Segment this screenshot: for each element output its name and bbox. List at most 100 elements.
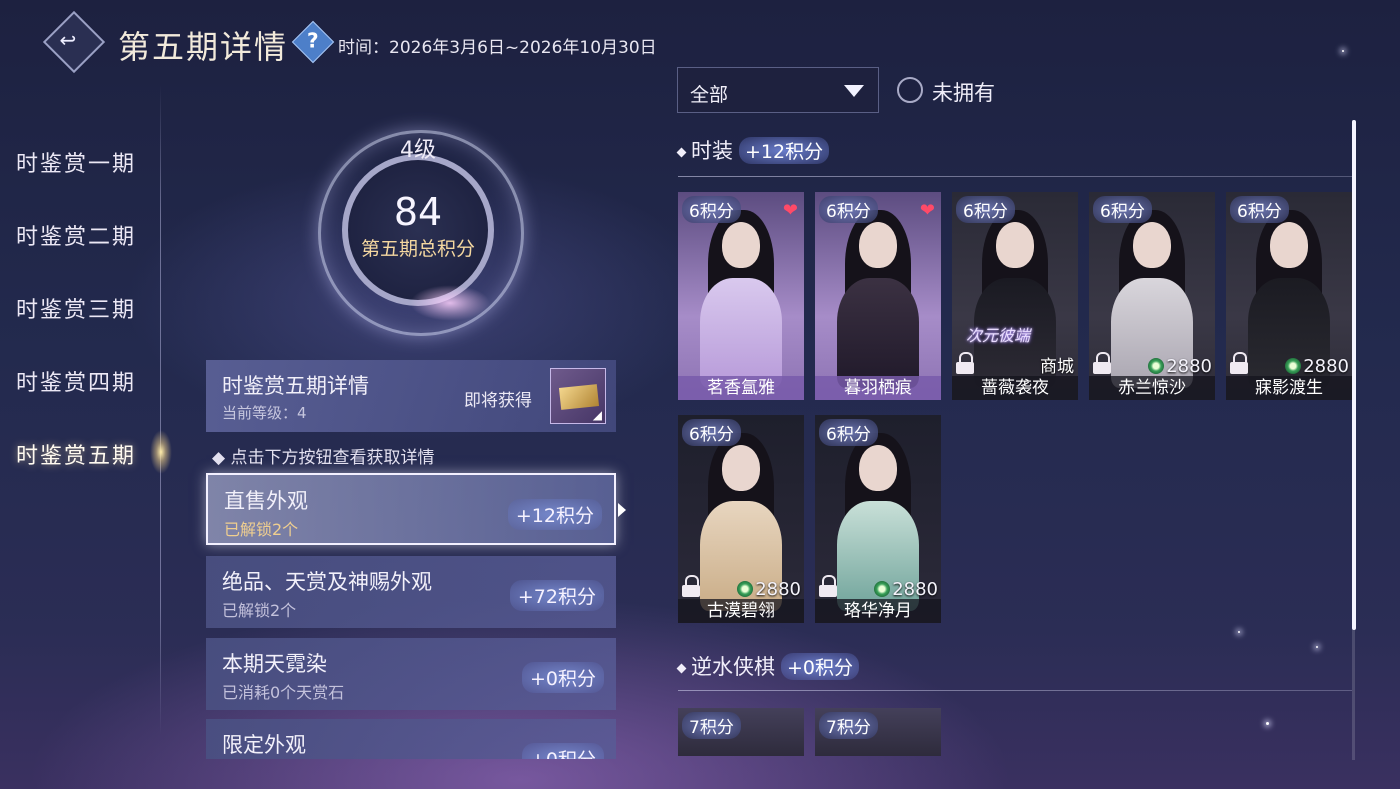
character-face — [722, 445, 760, 491]
sidebar-item-period-5[interactable]: 时鉴赏五期 — [16, 438, 136, 470]
question-icon[interactable]: ? — [291, 20, 335, 64]
points-badge: 6积分 — [819, 196, 878, 223]
points-badge: 6积分 — [1093, 196, 1152, 223]
category-sub: 已解锁2个 — [222, 601, 297, 620]
category-name: 绝品、天赏及神赐外观 — [222, 570, 432, 594]
sidebar-item-period-1[interactable]: 时鉴赏一期 — [16, 146, 136, 178]
points-badge: 6积分 — [682, 196, 741, 223]
lock-icon — [1093, 352, 1111, 374]
reward-mark-icon: ◢ — [592, 408, 602, 422]
outfit-card[interactable]: 6积分 2880 赤兰惊沙 — [1089, 192, 1215, 400]
lock-icon — [1230, 352, 1248, 374]
total-score-value: 84 — [393, 190, 443, 234]
sidebar-item-period-3[interactable]: 时鉴赏三期 — [16, 292, 136, 324]
back-button[interactable]: ↩ — [42, 10, 106, 74]
section-divider — [678, 690, 1352, 691]
price-value: 2880 — [755, 579, 801, 600]
level-ring: 4级 84 第五期总积分 — [310, 110, 530, 336]
gold-ticket-icon — [558, 384, 600, 410]
character-face — [1133, 222, 1171, 268]
heart-icon: ❤ — [782, 200, 798, 221]
current-level: 当前等级：4 — [222, 404, 307, 422]
ring-glow — [410, 285, 490, 321]
outfit-name: 赤兰惊沙 — [1089, 376, 1215, 400]
category-points: +72积分 — [509, 580, 604, 611]
points-badge: 6积分 — [682, 419, 741, 446]
lock-icon — [682, 575, 700, 597]
sidebar-item-period-4[interactable]: 时鉴赏四期 — [16, 365, 136, 397]
selected-arrow-icon — [618, 503, 626, 517]
outfit-name: 珞华净月 — [815, 599, 941, 623]
period-detail-card[interactable]: 时鉴赏五期详情 当前等级：4 即将获得 ◢ — [206, 360, 616, 432]
total-score-label: 第五期总积分 — [360, 238, 475, 260]
character-face — [996, 222, 1034, 268]
points-badge: 7积分 — [682, 712, 741, 739]
section-title: 逆水侠棋 — [691, 655, 775, 679]
category-name: 直售外观 — [224, 489, 308, 513]
scrollbar-thumb[interactable] — [1352, 120, 1356, 630]
lock-icon — [819, 575, 837, 597]
price-value: 2880 — [1166, 356, 1212, 377]
character-face — [1270, 222, 1308, 268]
hint-bullet-icon: ◆ — [212, 448, 231, 468]
category-sub: 已解锁2个 — [224, 520, 299, 539]
category-direct-sale[interactable]: 直售外观 已解锁2个 +12积分 — [206, 473, 626, 545]
price-label: 2880 — [1148, 356, 1212, 377]
character-face — [859, 222, 897, 268]
not-owned-label[interactable]: 未拥有 — [932, 77, 995, 107]
back-arrow-icon: ↩ — [59, 28, 77, 53]
upcoming-reward-item[interactable]: ◢ — [550, 368, 606, 424]
outfit-card[interactable]: 6积分 2880 珞华净月 — [815, 415, 941, 623]
category-name: 限定外观 — [222, 733, 306, 757]
section-header-fashion: 时装 +12积分 — [676, 135, 830, 165]
points-badge: 6积分 — [1230, 196, 1289, 223]
points-badge: 6积分 — [956, 196, 1015, 223]
category-dye[interactable]: 本期天霓染 已消耗0个天赏石 +0积分 — [206, 638, 616, 710]
section-header-chess: 逆水侠棋 +0积分 — [676, 651, 860, 681]
page-title: 第五期详情 — [118, 28, 289, 66]
price-value: 2880 — [892, 579, 938, 600]
category-points: +12积分 — [507, 499, 602, 530]
outfit-name: 茗香氲雅 — [678, 376, 804, 400]
outfit-card[interactable]: 6积分 ❤ 暮羽栖痕 — [815, 192, 941, 400]
price-label: 2880 — [737, 579, 801, 600]
category-premium[interactable]: 绝品、天赏及神赐外观 已解锁2个 +72积分 — [206, 556, 616, 628]
category-limited[interactable]: 限定外观 +0积分 — [206, 719, 616, 759]
hint-label: 点击下方按钮查看获取详情 — [230, 448, 435, 468]
price-label: 2880 — [1285, 356, 1349, 377]
jade-coin-icon — [1285, 358, 1302, 374]
outfit-card[interactable]: 6积分 2880 寐影渡生 — [1226, 192, 1352, 400]
outfit-card[interactable]: 6积分 ❤ 茗香氲雅 — [678, 192, 804, 400]
character-outfit — [837, 278, 919, 388]
price-value: 2880 — [1303, 356, 1349, 377]
character-outfit — [700, 278, 782, 388]
section-bullet-icon — [676, 663, 687, 673]
outfit-card[interactable]: 6积分 次元彼端 商城 蔷薇袭夜 — [952, 192, 1078, 400]
detail-title: 时鉴赏五期详情 — [222, 374, 369, 398]
category-sub: 已消耗0个天赏石 — [222, 683, 345, 702]
section-divider — [678, 176, 1352, 177]
chess-card[interactable]: 7积分 — [815, 708, 941, 756]
star-decoration — [1238, 631, 1240, 633]
points-badge: 6积分 — [819, 419, 878, 446]
jade-coin-icon — [737, 581, 754, 597]
section-points: +12积分 — [739, 137, 830, 164]
not-owned-radio[interactable] — [897, 77, 923, 103]
outfit-name: 古漠碧翎 — [678, 599, 804, 623]
price-label: 2880 — [874, 579, 938, 600]
star-decoration — [1266, 722, 1269, 725]
dropdown-value: 全部 — [690, 84, 729, 106]
section-bullet-icon — [676, 147, 687, 157]
filter-dropdown[interactable]: 全部 — [677, 67, 879, 113]
outfit-name: 寐影渡生 — [1226, 376, 1352, 400]
category-points: +0积分 — [521, 743, 604, 759]
section-points: +0积分 — [781, 653, 860, 680]
sidebar-item-period-2[interactable]: 时鉴赏二期 — [16, 219, 136, 251]
triangle-down-icon — [844, 85, 864, 97]
category-points: +0积分 — [521, 662, 604, 693]
chess-card[interactable]: 7积分 — [678, 708, 804, 756]
outfit-name: 暮羽栖痕 — [815, 376, 941, 400]
outfit-card[interactable]: 6积分 2880 古漠碧翎 — [678, 415, 804, 623]
period-time: 时间：2026年3月6日~2026年10月30日 — [338, 38, 657, 58]
hint-text: ◆ 点击下方按钮查看获取详情 — [212, 443, 434, 468]
